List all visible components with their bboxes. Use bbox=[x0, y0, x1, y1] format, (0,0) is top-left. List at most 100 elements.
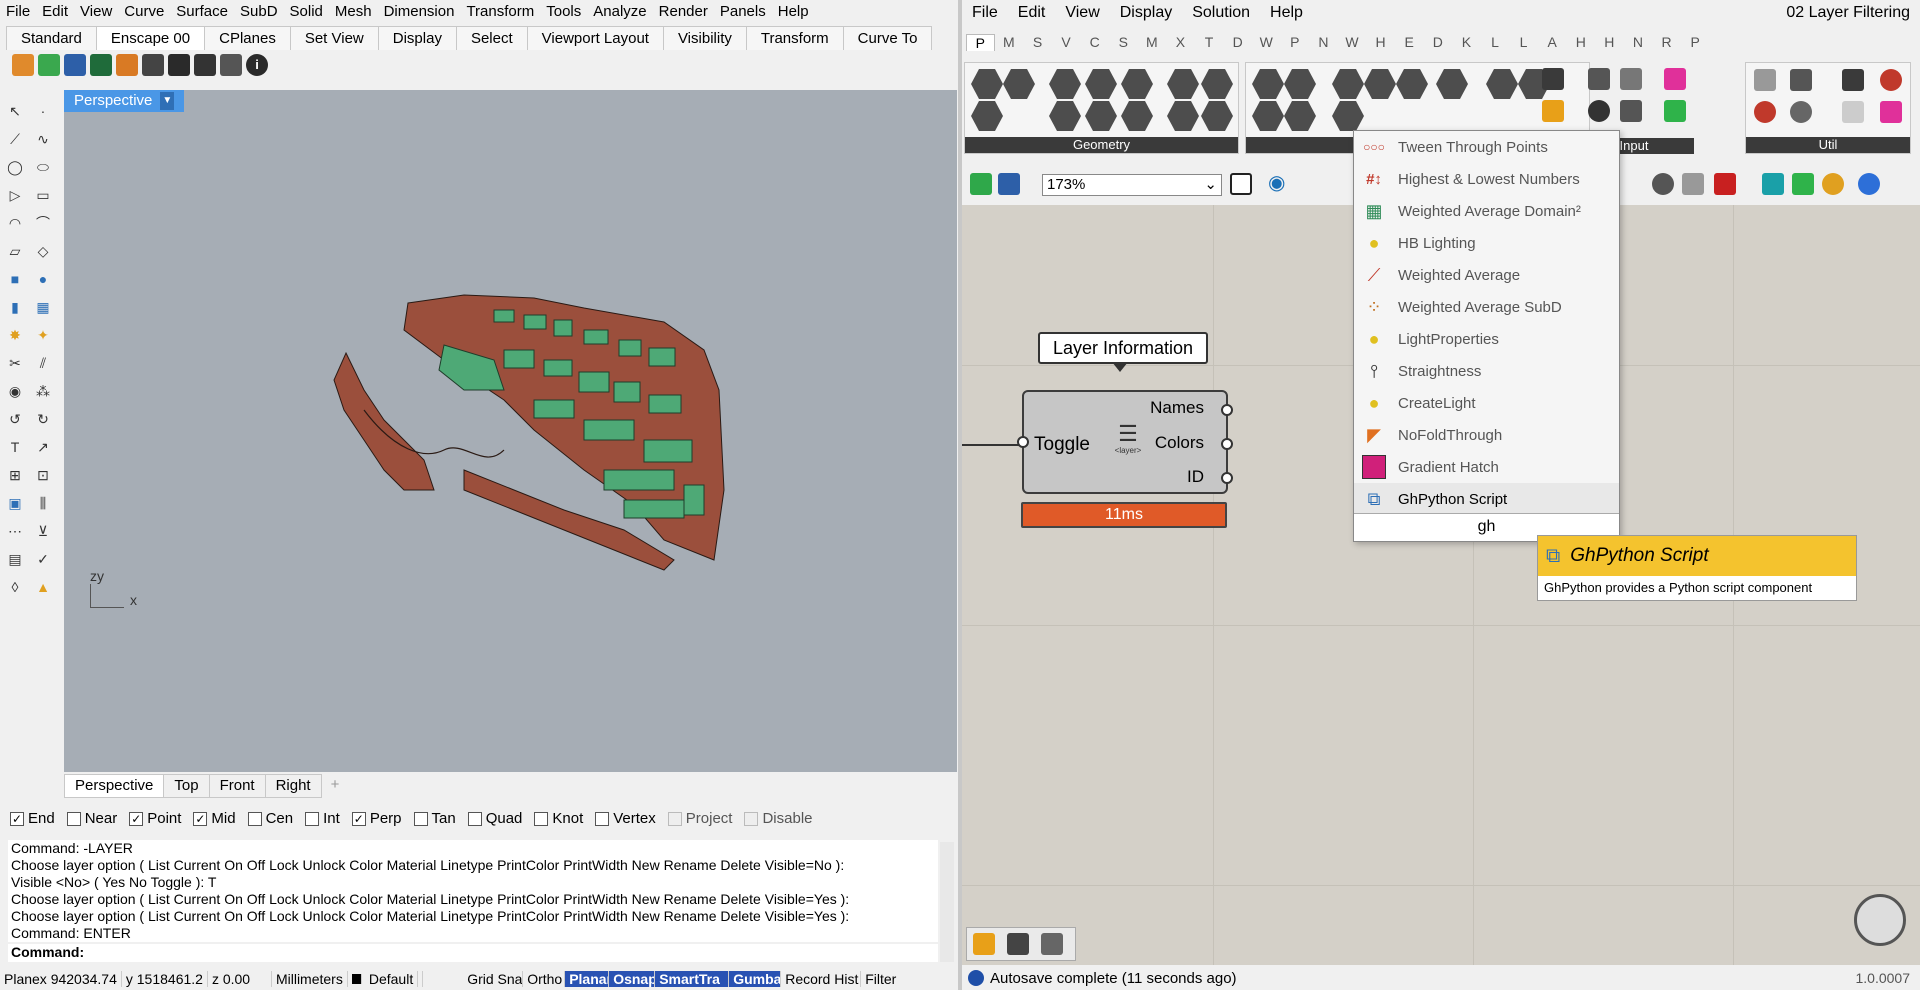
selected-preview-icon[interactable] bbox=[1714, 173, 1736, 195]
primitive-component-icon[interactable] bbox=[1332, 101, 1364, 131]
osnap-near[interactable]: Near bbox=[66, 810, 117, 827]
geometry-component-icon[interactable] bbox=[1121, 101, 1153, 131]
util-icon[interactable] bbox=[1880, 101, 1902, 123]
search-result-item[interactable]: ⫯ Straightness bbox=[1354, 355, 1619, 387]
checkbox[interactable] bbox=[305, 811, 320, 826]
osnap-vertex[interactable]: Vertex bbox=[595, 810, 656, 827]
zoom-select[interactable]: 173% ⌄ bbox=[1042, 174, 1222, 196]
wire-preview-icon[interactable] bbox=[1682, 173, 1704, 195]
navigation-compass-icon[interactable] bbox=[1854, 894, 1906, 946]
output-names[interactable]: Names bbox=[1150, 398, 1204, 418]
rebuild-icon[interactable]: ↺ bbox=[4, 408, 26, 430]
gh-tab[interactable]: W bbox=[1338, 34, 1367, 51]
checkbox[interactable] bbox=[66, 811, 81, 826]
viewport-title[interactable]: Perspective ▼ bbox=[64, 90, 185, 112]
loft-icon[interactable]: ◇ bbox=[32, 240, 54, 262]
checkbox[interactable]: ✓ bbox=[129, 811, 144, 826]
tree-icon[interactable] bbox=[90, 54, 112, 76]
point-icon[interactable]: · bbox=[32, 100, 54, 122]
primitive-component-icon[interactable] bbox=[1284, 69, 1316, 99]
gh-tab[interactable]: H bbox=[1595, 34, 1624, 51]
block-icon[interactable]: ▣ bbox=[4, 492, 26, 514]
search-result-item[interactable]: ⟋ Weighted Average bbox=[1354, 259, 1619, 291]
output-grip[interactable] bbox=[1221, 404, 1233, 416]
geometry-component-icon[interactable] bbox=[1167, 69, 1199, 99]
erase-icon[interactable]: ◊ bbox=[4, 576, 26, 598]
gh-tab[interactable]: C bbox=[1080, 34, 1109, 51]
preview-eye-icon[interactable]: ◉ bbox=[1268, 170, 1285, 195]
info-icon[interactable]: i bbox=[246, 54, 268, 76]
menu-transform[interactable]: Transform bbox=[460, 3, 540, 20]
polyline-icon[interactable]: ⟋ bbox=[4, 128, 26, 150]
search-result-item[interactable]: ● LightProperties bbox=[1354, 323, 1619, 355]
widget-icon[interactable] bbox=[973, 933, 995, 955]
geometry-component-icon[interactable] bbox=[971, 101, 1003, 131]
gh-tab[interactable]: W bbox=[1252, 34, 1281, 51]
input-grip[interactable] bbox=[1017, 436, 1029, 448]
param-icon[interactable] bbox=[1664, 68, 1686, 90]
menu-help[interactable]: Help bbox=[772, 3, 815, 20]
surface-icon[interactable]: ▱ bbox=[4, 240, 26, 262]
geometry-component-icon[interactable] bbox=[1201, 101, 1233, 131]
warning-icon[interactable]: ▲ bbox=[32, 576, 54, 598]
tab-transform[interactable]: Transform bbox=[745, 26, 844, 50]
primitive-component-icon[interactable] bbox=[1396, 69, 1428, 99]
settings-icon[interactable] bbox=[220, 54, 242, 76]
status-units[interactable]: Millimeters bbox=[272, 971, 348, 987]
analyze-icon[interactable]: ⊡ bbox=[32, 464, 54, 486]
osnap-end[interactable]: ✓ End bbox=[10, 810, 55, 827]
gh-tab[interactable]: S bbox=[1023, 34, 1052, 51]
osnap-mid[interactable]: ✓ Mid bbox=[193, 810, 236, 827]
menu-tools[interactable]: Tools bbox=[540, 3, 587, 20]
command-input[interactable]: Command: bbox=[8, 944, 938, 962]
search-result-item-selected[interactable]: ⧉ GhPython Script bbox=[1354, 483, 1619, 515]
menu-mesh[interactable]: Mesh bbox=[329, 3, 378, 20]
gh-menu-view[interactable]: View bbox=[1055, 4, 1109, 22]
gh-tab[interactable]: X bbox=[1166, 34, 1195, 51]
zoom-extents-icon[interactable] bbox=[1230, 173, 1252, 195]
geometry-component-icon[interactable] bbox=[1085, 101, 1117, 131]
text-icon[interactable]: T bbox=[4, 436, 26, 458]
output-grip[interactable] bbox=[1221, 472, 1233, 484]
param-icon[interactable] bbox=[1588, 100, 1610, 122]
gh-tab[interactable]: L bbox=[1481, 34, 1510, 51]
param-icon[interactable] bbox=[1620, 100, 1642, 122]
split-icon[interactable]: ⫽ bbox=[32, 352, 54, 374]
geometry-component-icon[interactable] bbox=[1003, 69, 1035, 99]
primitive-component-icon[interactable] bbox=[1364, 69, 1396, 99]
sync-icon[interactable] bbox=[38, 54, 60, 76]
param-icon[interactable] bbox=[1664, 100, 1686, 122]
gh-tab[interactable]: V bbox=[1052, 34, 1081, 51]
select-arrow-icon[interactable]: ↖ bbox=[4, 100, 26, 122]
util-icon[interactable] bbox=[1880, 69, 1902, 91]
hatch-icon[interactable]: ⫼ bbox=[32, 492, 54, 514]
checkbox[interactable] bbox=[247, 811, 262, 826]
views-icon[interactable] bbox=[64, 54, 86, 76]
ellipse-icon[interactable]: ⬭ bbox=[32, 156, 54, 178]
chevron-down-icon[interactable]: ▼ bbox=[160, 92, 175, 110]
gh-tab[interactable]: P bbox=[1681, 34, 1710, 51]
enscape-start-icon[interactable] bbox=[12, 54, 34, 76]
gh-tab[interactable]: R bbox=[1652, 34, 1681, 51]
material-preview-icon[interactable] bbox=[1762, 173, 1784, 195]
vp-tab-right[interactable]: Right bbox=[264, 774, 322, 798]
primitive-component-icon[interactable] bbox=[1252, 101, 1284, 131]
feedback-icon[interactable] bbox=[194, 54, 216, 76]
circle-icon[interactable]: ◯ bbox=[4, 156, 26, 178]
util-icon[interactable] bbox=[1790, 69, 1812, 91]
osnap-knot[interactable]: Knot bbox=[534, 810, 583, 827]
search-result-item[interactable]: ⁘ Weighted Average SubD bbox=[1354, 291, 1619, 323]
group-icon[interactable]: ⁂ bbox=[32, 380, 54, 402]
menu-panels[interactable]: Panels bbox=[714, 3, 772, 20]
render-icon[interactable]: ✦ bbox=[32, 324, 54, 346]
dimension-icon[interactable]: ↗ bbox=[32, 436, 54, 458]
arc-icon[interactable]: ◠ bbox=[4, 212, 26, 234]
tab-cplanes[interactable]: CPlanes bbox=[204, 26, 291, 50]
search-result-item[interactable]: ◤ NoFoldThrough bbox=[1354, 419, 1619, 451]
widget-icon[interactable] bbox=[1007, 933, 1029, 955]
tab-display[interactable]: Display bbox=[377, 26, 457, 50]
toggle-filter[interactable]: Filter bbox=[861, 971, 907, 987]
toggle-grid-snap[interactable]: Grid Sna bbox=[463, 971, 524, 987]
history-icon[interactable]: ⊻ bbox=[32, 520, 54, 542]
menu-analyze[interactable]: Analyze bbox=[587, 3, 652, 20]
